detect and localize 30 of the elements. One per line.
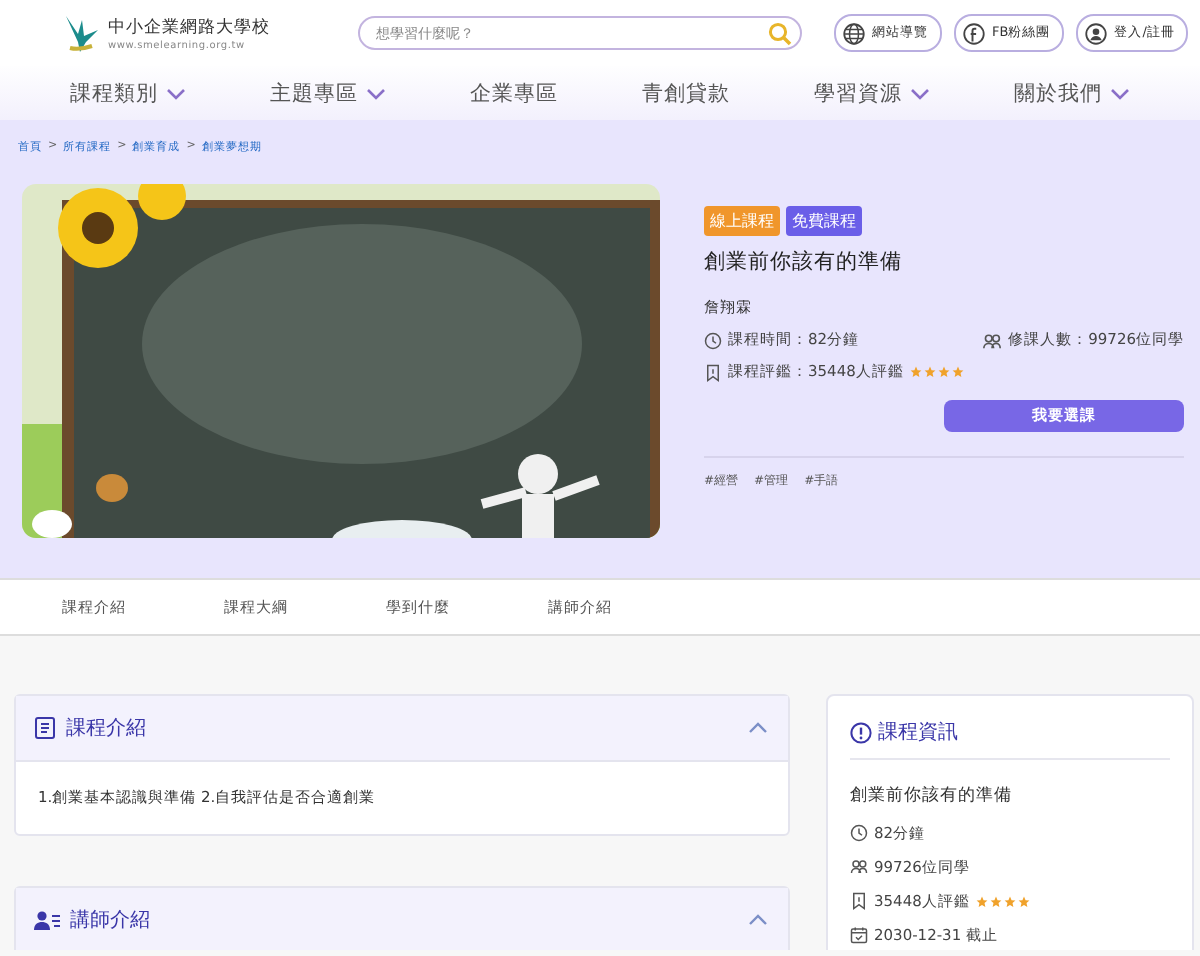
section-title: 課程介紹: [66, 715, 148, 742]
info-icon: [850, 721, 872, 743]
course-badge: 線上課程: [704, 206, 780, 236]
nav-item[interactable]: 關於我們: [1014, 79, 1102, 107]
nav-item[interactable]: 青創貸款: [642, 79, 730, 107]
nav-item[interactable]: 主題專區: [270, 79, 358, 107]
bookmark-icon: [704, 363, 722, 381]
course-title: 創業前你該有的準備: [704, 248, 904, 276]
nav-item[interactable]: 課程類別: [70, 79, 158, 107]
clock-icon: [704, 331, 722, 349]
user-icon: [1084, 21, 1109, 45]
course-badge: 免費課程: [786, 206, 862, 236]
globe-icon: [842, 21, 866, 45]
person-list-icon: [34, 909, 60, 931]
bookmark-icon: [850, 892, 868, 910]
collapse-icon[interactable]: [748, 914, 768, 926]
search-icon: [768, 21, 792, 45]
nav-item[interactable]: 學習資源: [814, 79, 902, 107]
document-icon: [34, 716, 56, 740]
facebook-icon: [962, 21, 986, 45]
people-icon: [982, 331, 1003, 349]
calendar-icon: [850, 926, 868, 944]
course-name: 創業前你該有的準備: [850, 784, 1014, 808]
info-title: 課程資訊: [878, 719, 958, 746]
collapse-icon[interactable]: [748, 722, 768, 734]
site-title: 中小企業網路大學校: [108, 15, 270, 39]
nav-item[interactable]: 企業專區: [470, 79, 558, 107]
people-icon: [850, 858, 868, 876]
clock-icon: [850, 824, 868, 842]
section-title: 講師介紹: [70, 907, 152, 934]
